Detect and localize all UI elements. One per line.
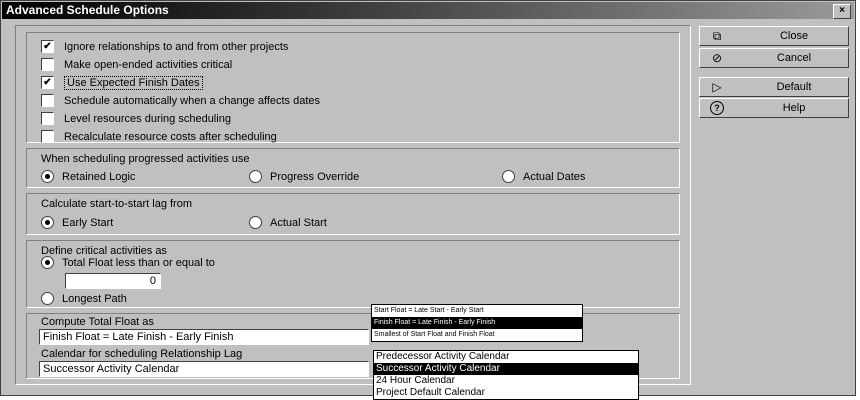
option-recalculate-costs[interactable]: Recalculate resource costs after schedul…: [41, 129, 277, 145]
progressed-heading: When scheduling progressed activities us…: [41, 153, 250, 165]
default-arrow-icon: ▷: [712, 80, 722, 94]
option-schedule-automatically[interactable]: Schedule automatically when a change aff…: [41, 93, 320, 109]
radio-label: Longest Path: [62, 293, 127, 305]
cancel-icon: ⊘: [711, 51, 723, 65]
radio-label: Retained Logic: [62, 171, 136, 183]
option-label: Use Expected Finish Dates: [64, 76, 203, 90]
help-icon: ?: [710, 101, 724, 115]
help-button[interactable]: ? Help: [699, 98, 849, 118]
button-label: Help: [782, 102, 806, 114]
total-float-select[interactable]: Finish Float = Late Finish - Early Finis…: [39, 329, 369, 345]
radio-label: Early Start: [62, 217, 114, 229]
dropdown-option[interactable]: Predecessor Activity Calendar: [374, 351, 638, 363]
button-label: Default: [776, 81, 812, 93]
cancel-button[interactable]: ⊘ Cancel: [699, 48, 849, 68]
dropdown-option[interactable]: 24 Hour Calendar: [374, 375, 638, 387]
dropdown-option[interactable]: Smallest of Start Float and Finish Float: [372, 329, 582, 341]
close-x-icon: ×: [839, 5, 845, 16]
option-label: Recalculate resource costs after schedul…: [64, 131, 277, 143]
button-label: Close: [779, 30, 809, 42]
radio-button[interactable]: [502, 169, 515, 183]
radio-retained-logic[interactable]: Retained Logic: [41, 169, 135, 185]
radio-button[interactable]: [41, 255, 54, 269]
radio-button[interactable]: [41, 291, 54, 305]
option-open-ended-critical[interactable]: Make open-ended activities critical: [41, 57, 232, 73]
radio-early-start[interactable]: Early Start: [41, 215, 113, 231]
radio-button[interactable]: [41, 169, 54, 183]
total-float-input[interactable]: 0: [65, 273, 161, 289]
default-button[interactable]: ▷ Default: [699, 77, 849, 97]
radio-button[interactable]: [249, 215, 262, 229]
option-label: Make open-ended activities critical: [64, 59, 233, 71]
options-panel: ✔ Ignore relationships to and from other …: [15, 25, 691, 385]
checkbox[interactable]: [41, 93, 54, 107]
dropdown-option[interactable]: Start Float = Late Start - Early Start: [372, 305, 582, 317]
close-button[interactable]: ⧉ Close: [699, 26, 849, 46]
option-label: Ignore relationships to and from other p…: [64, 41, 289, 53]
checkbox[interactable]: [41, 129, 54, 143]
checkbox[interactable]: ✔: [41, 39, 54, 53]
checkbox[interactable]: [41, 111, 54, 125]
general-options-group: ✔ Ignore relationships to and from other …: [26, 32, 680, 143]
checkbox[interactable]: ✔: [41, 75, 54, 89]
advanced-schedule-options-dialog: Advanced Schedule Options × ✔ Ignore rela…: [0, 0, 856, 400]
radio-button[interactable]: [41, 215, 54, 229]
critical-activities-group: Define critical activities as Total Floa…: [26, 240, 680, 308]
title-close-button[interactable]: ×: [833, 4, 851, 19]
start-lag-group: Calculate start-to-start lag from Early …: [26, 193, 680, 235]
progressed-activities-group: When scheduling progressed activities us…: [26, 148, 680, 188]
lag-calendar-select[interactable]: Successor Activity Calendar: [39, 361, 369, 377]
radio-label: Progress Override: [270, 171, 360, 183]
button-label: Cancel: [776, 52, 812, 64]
checkbox[interactable]: [41, 57, 54, 71]
dropdown-option-selected[interactable]: Successor Activity Calendar: [374, 363, 638, 375]
radio-label: Total Float less than or equal to: [62, 257, 215, 269]
radio-progress-override[interactable]: Progress Override: [249, 169, 359, 185]
option-level-resources[interactable]: Level resources during scheduling: [41, 111, 231, 127]
radio-button[interactable]: [249, 169, 262, 183]
close-window-icon: ⧉: [712, 29, 722, 43]
option-label: Level resources during scheduling: [64, 113, 231, 125]
total-float-heading: Compute Total Float as: [41, 316, 154, 328]
radio-total-float[interactable]: Total Float less than or equal to: [41, 255, 215, 271]
dialog-title: Advanced Schedule Options: [6, 3, 169, 17]
dropdown-option-selected[interactable]: Finish Float = Late Finish - Early Finis…: [372, 317, 582, 329]
title-bar: Advanced Schedule Options ×: [2, 2, 854, 19]
radio-label: Actual Dates: [523, 171, 586, 183]
start-lag-heading: Calculate start-to-start lag from: [41, 198, 192, 210]
radio-label: Actual Start: [270, 217, 327, 229]
radio-actual-dates[interactable]: Actual Dates: [502, 169, 585, 185]
radio-longest-path[interactable]: Longest Path: [41, 291, 127, 307]
lag-calendar-heading: Calendar for scheduling Relationship Lag: [41, 348, 243, 360]
radio-actual-start[interactable]: Actual Start: [249, 215, 327, 231]
option-ignore-relationships[interactable]: ✔ Ignore relationships to and from other …: [41, 39, 288, 55]
option-label: Schedule automatically when a change aff…: [64, 95, 321, 107]
lag-calendar-dropdown-list: Predecessor Activity Calendar Successor …: [373, 350, 639, 400]
option-expected-finish[interactable]: ✔ Use Expected Finish Dates: [41, 75, 203, 91]
total-float-dropdown-list: Start Float = Late Start - Early Start F…: [371, 304, 583, 342]
dropdown-option[interactable]: Project Default Calendar: [374, 387, 638, 399]
